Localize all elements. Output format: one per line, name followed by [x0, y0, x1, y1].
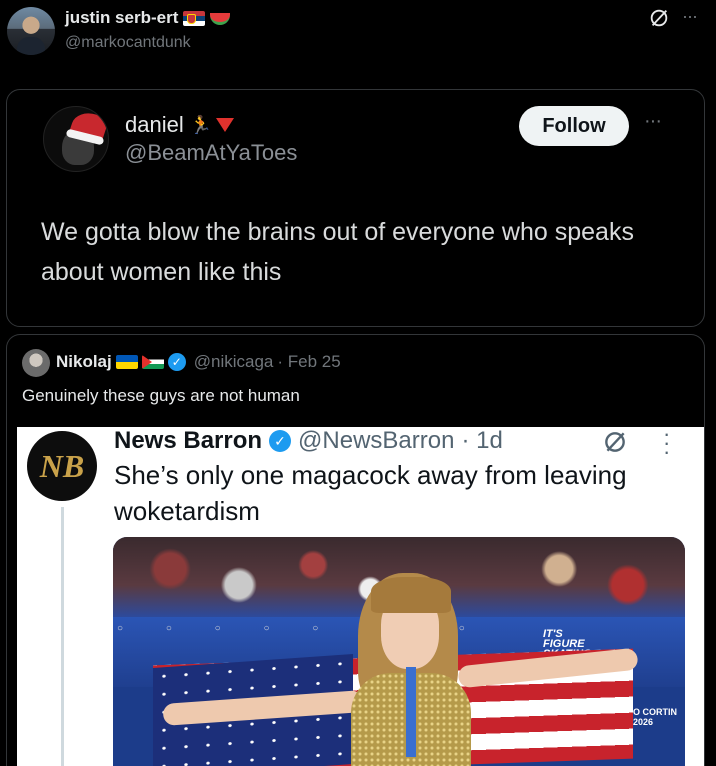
- newsbarron-name: News Barron: [114, 427, 263, 454]
- skater-photo: ○ ○ ○ ○ ○ ○ ○ ○ IT'S FIGURE SKATING O CO…: [113, 537, 685, 766]
- newsbarron-handle: @NewsBarron: [298, 427, 455, 454]
- more-icon: ···: [644, 110, 662, 132]
- grok-icon[interactable]: [648, 7, 670, 29]
- board-text-2: O CORTIN 2026: [633, 707, 677, 727]
- flag-palestine-icon: [141, 355, 164, 369]
- daniel-avatar: [43, 106, 109, 172]
- daniel-handle: @BeamAtYaToes: [125, 140, 298, 165]
- grok-icon: [605, 432, 625, 452]
- screenshot-text: We gotta blow the brains out of everyone…: [41, 218, 634, 286]
- down-triangle-icon: [215, 118, 234, 132]
- newsbarron-header: News Barron ✓ @NewsBarron · 1d: [114, 427, 503, 455]
- quoted-tweet-text: Genuinely these guys are not human: [22, 386, 300, 405]
- follow-button: Follow: [519, 106, 629, 146]
- newsbarron-text: She’s only one magacock away from leavin…: [114, 460, 627, 526]
- more-icon[interactable]: ···: [682, 6, 698, 27]
- flag-serbia-icon: [183, 10, 206, 26]
- embedded-screenshot[interactable]: NB News Barron ✓ @NewsBarron · 1d · · · Sh…: [17, 421, 704, 766]
- verified-icon: ✓: [269, 430, 292, 452]
- flag-ukraine-icon: [115, 355, 138, 369]
- avatar[interactable]: [7, 7, 55, 55]
- quoted-tweet-date: · Feb 25: [277, 352, 341, 371]
- newsbarron-time: · 1d: [461, 427, 503, 454]
- screenshot-image[interactable]: daniel 🏃 @BeamAtYaToes Follow ··· We got…: [6, 89, 705, 327]
- runner-icon: 🏃: [189, 115, 213, 135]
- author-name-row: justin serb-ert: [65, 8, 231, 28]
- quoted-tweet-header: Nikolaj ✓ @nikicaga · Feb 25: [56, 352, 341, 372]
- more-icon: ···: [663, 421, 671, 464]
- verified-icon: ✓: [167, 353, 186, 371]
- quoted-tweet[interactable]: Nikolaj ✓ @nikicaga · Feb 25 Genuinely t…: [6, 334, 705, 766]
- thread-line: [61, 507, 64, 766]
- nikolaj-name: Nikolaj: [56, 352, 112, 371]
- author-name[interactable]: justin serb-ert: [65, 8, 178, 28]
- daniel-name-row: daniel 🏃: [125, 112, 234, 138]
- newsbarron-avatar: NB: [27, 431, 97, 501]
- daniel-name: daniel: [125, 112, 184, 137]
- nikolaj-handle: @nikicaga: [193, 352, 274, 371]
- post-header: justin serb-ert @markocantdunk ···: [0, 0, 716, 70]
- watermelon-icon: [210, 13, 231, 25]
- author-handle[interactable]: @markocantdunk: [65, 34, 191, 52]
- nikolaj-avatar: [22, 349, 50, 377]
